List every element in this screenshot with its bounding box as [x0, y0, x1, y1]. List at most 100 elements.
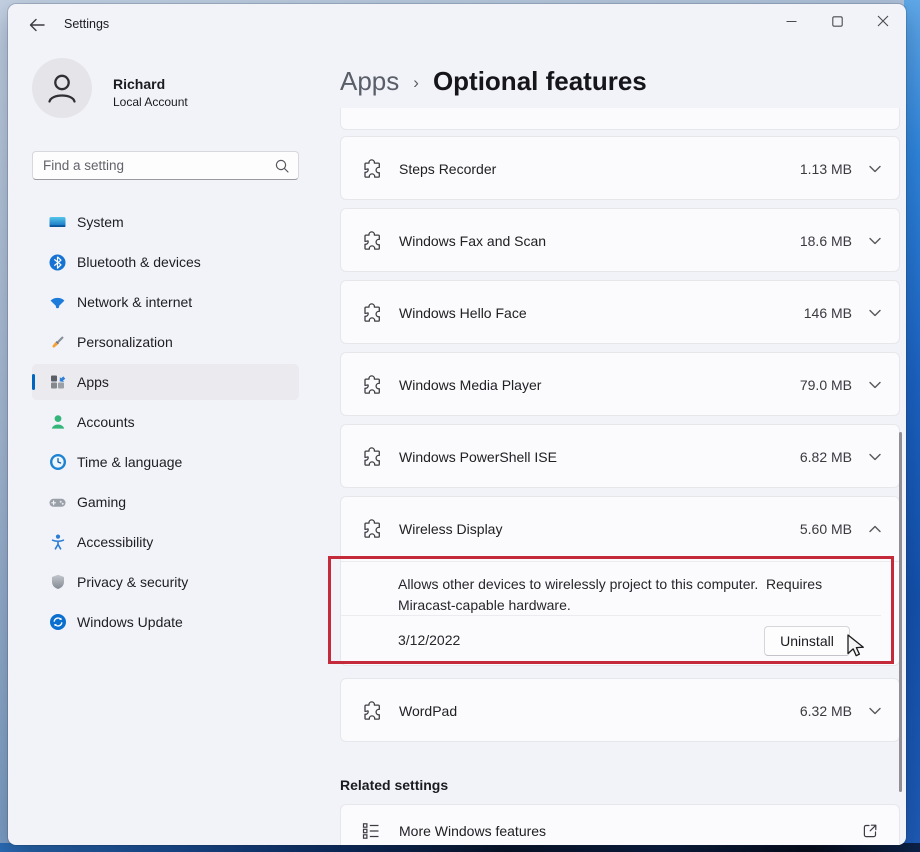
vertical-scrollbar[interactable] [899, 432, 902, 792]
external-link-icon [861, 822, 879, 840]
installed-date: 3/12/2022 [398, 632, 460, 648]
puzzle-icon [361, 374, 383, 396]
feature-name: Windows Hello Face [399, 305, 527, 321]
chevron-down-icon[interactable] [869, 165, 881, 173]
sidebar-item-system[interactable]: System [32, 204, 299, 240]
sidebar-item-label: System [77, 214, 124, 230]
back-arrow-icon [29, 18, 45, 32]
maximize-button[interactable] [814, 4, 860, 38]
feature-row-powershell-ise[interactable]: Windows PowerShell ISE 6.82 MB [340, 424, 900, 488]
sidebar-item-label: Privacy & security [77, 574, 188, 590]
gamepad-icon [48, 493, 67, 512]
feature-size: 5.60 MB [800, 521, 852, 537]
feature-name: Windows PowerShell ISE [399, 449, 557, 465]
feature-row-partial[interactable] [340, 108, 900, 130]
sidebar-item-time-language[interactable]: Time & language [32, 444, 299, 480]
accessibility-icon [48, 533, 67, 552]
sidebar-item-label: Time & language [77, 454, 182, 470]
apps-icon [48, 373, 67, 392]
chevron-down-icon[interactable] [869, 707, 881, 715]
chevron-down-icon[interactable] [869, 453, 881, 461]
close-icon [877, 15, 889, 27]
feature-size: 1.13 MB [800, 161, 852, 177]
sidebar: System Bluetooth & devices Network & int… [32, 204, 299, 644]
breadcrumb-apps[interactable]: Apps [340, 66, 399, 97]
wireless-display-details: Allows other devices to wirelessly proje… [341, 561, 899, 665]
system-icon [48, 213, 67, 232]
chevron-down-icon[interactable] [869, 309, 881, 317]
close-button[interactable] [860, 4, 906, 38]
breadcrumb: Apps › Optional features [340, 66, 647, 97]
feature-description: Allows other devices to wirelessly proje… [341, 562, 881, 616]
sidebar-item-label: Accessibility [77, 534, 153, 550]
feature-name: Steps Recorder [399, 161, 496, 177]
sidebar-item-label: Apps [77, 374, 109, 390]
sidebar-item-personalization[interactable]: Personalization [32, 324, 299, 360]
search-icon [275, 159, 289, 173]
minimize-button[interactable] [768, 4, 814, 38]
feature-name: WordPad [399, 703, 457, 719]
titlebar: Settings [8, 4, 906, 44]
more-windows-features-row[interactable]: More Windows features [340, 804, 900, 845]
sidebar-item-bluetooth[interactable]: Bluetooth & devices [32, 244, 299, 280]
feature-size: 18.6 MB [800, 233, 852, 249]
sidebar-item-accessibility[interactable]: Accessibility [32, 524, 299, 560]
chevron-down-icon[interactable] [869, 381, 881, 389]
feature-name: Wireless Display [399, 521, 502, 537]
profile-account-type: Local Account [113, 95, 188, 109]
sidebar-item-windows-update[interactable]: Windows Update [32, 604, 299, 640]
puzzle-icon [361, 700, 383, 722]
sidebar-item-privacy[interactable]: Privacy & security [32, 564, 299, 600]
puzzle-icon [361, 158, 383, 180]
feature-size: 6.82 MB [800, 449, 852, 465]
sidebar-item-label: Bluetooth & devices [77, 254, 201, 270]
shield-icon [48, 573, 67, 592]
back-button[interactable] [22, 12, 52, 38]
sidebar-item-label: Windows Update [77, 614, 183, 630]
feature-row-wordpad[interactable]: WordPad 6.32 MB [340, 678, 900, 742]
puzzle-icon [361, 446, 383, 468]
sidebar-item-network[interactable]: Network & internet [32, 284, 299, 320]
chevron-down-icon[interactable] [869, 237, 881, 245]
sidebar-item-gaming[interactable]: Gaming [32, 484, 299, 520]
uninstall-button[interactable]: Uninstall [764, 626, 850, 656]
search-input[interactable] [43, 153, 268, 178]
feature-name: Windows Fax and Scan [399, 233, 546, 249]
desktop-background-right [904, 0, 920, 852]
maximize-icon [832, 16, 843, 27]
page-title: Optional features [433, 66, 647, 97]
clock-icon [48, 453, 67, 472]
profile-name: Richard [113, 76, 165, 92]
sidebar-item-accounts[interactable]: Accounts [32, 404, 299, 440]
settings-window: Settings [8, 4, 906, 845]
avatar [32, 58, 92, 118]
puzzle-icon [361, 230, 383, 252]
feature-name: Windows Media Player [399, 377, 541, 393]
user-profile[interactable]: Richard Local Account [24, 54, 300, 130]
more-windows-features-label: More Windows features [399, 823, 546, 839]
update-arrows-icon [48, 613, 67, 632]
feature-size: 6.32 MB [800, 703, 852, 719]
feature-row-media-player[interactable]: Windows Media Player 79.0 MB [340, 352, 900, 416]
feature-size: 79.0 MB [800, 377, 852, 393]
feature-row-wireless-display[interactable]: Wireless Display 5.60 MB Allows other de… [340, 496, 900, 666]
related-settings-header: Related settings [340, 777, 448, 793]
paintbrush-icon [48, 333, 67, 352]
feature-row-steps-recorder[interactable]: Steps Recorder 1.13 MB [340, 136, 900, 200]
chevron-up-icon[interactable] [869, 525, 881, 533]
puzzle-icon [361, 518, 383, 540]
minimize-icon [786, 16, 797, 27]
window-title: Settings [64, 17, 109, 31]
breadcrumb-separator: › [413, 73, 419, 93]
sidebar-item-label: Gaming [77, 494, 126, 510]
feature-size: 146 MB [804, 305, 852, 321]
sidebar-item-apps[interactable]: Apps [32, 364, 299, 400]
puzzle-icon [361, 302, 383, 324]
sidebar-item-label: Network & internet [77, 294, 192, 310]
sidebar-item-label: Personalization [77, 334, 173, 350]
network-wifi-icon [48, 293, 67, 312]
feature-list-icon [361, 821, 381, 841]
feature-row-hello-face[interactable]: Windows Hello Face 146 MB [340, 280, 900, 344]
feature-row-fax-scan[interactable]: Windows Fax and Scan 18.6 MB [340, 208, 900, 272]
bluetooth-icon [48, 253, 67, 272]
